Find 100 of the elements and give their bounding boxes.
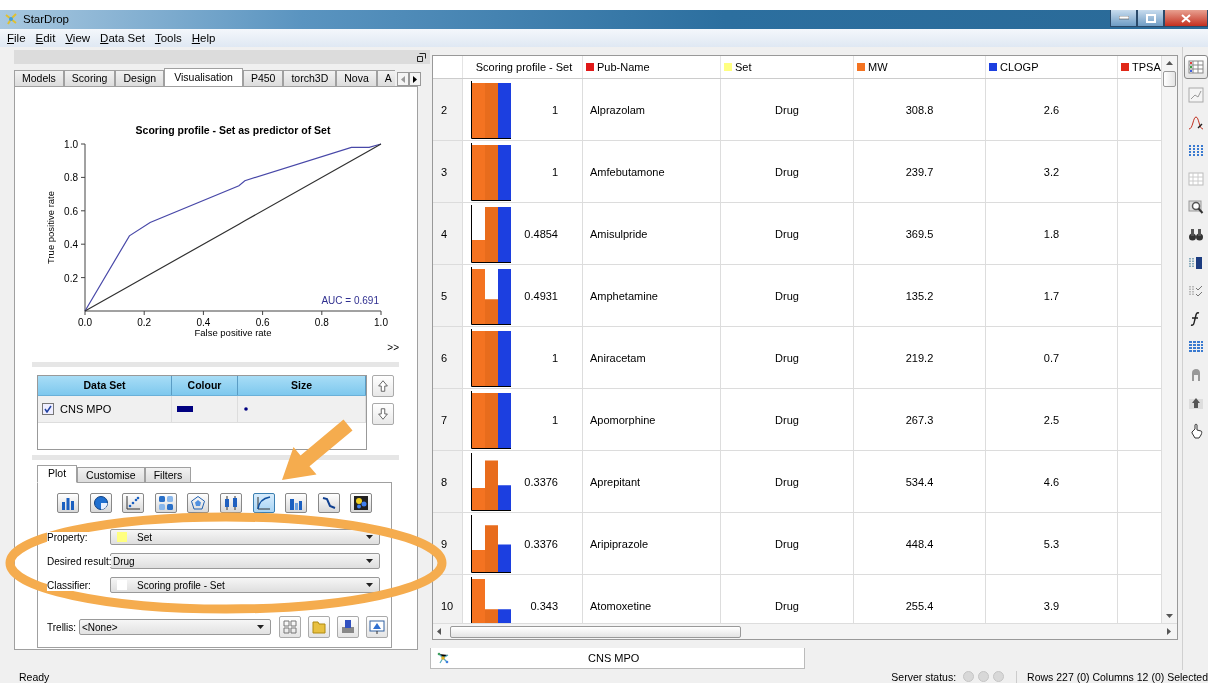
table-cell: 0.3376 [524,537,558,550]
table-cell: 3.2 [986,141,1118,202]
axis-line [471,328,512,387]
tick-label: 0.8 [314,317,329,328]
axis-line [471,514,512,573]
plot-type-button[interactable] [122,493,145,513]
axis-line [471,204,512,263]
plot-type-button[interactable] [317,493,340,513]
table-cell: 0.4931 [524,289,558,302]
maximize-icon [1145,13,1156,23]
column-header[interactable]: CLOGP [1000,61,1039,73]
horizontal-scrollbar[interactable] [433,623,1177,639]
table-cell: Drug [721,327,854,388]
table-cell: Drug [721,513,854,574]
tick-label: 0.4 [64,239,78,251]
dropdown[interactable]: <None> [79,619,271,635]
table-cell: Drug [721,265,854,326]
tab[interactable]: Customise [77,467,145,482]
axis-line [471,452,512,511]
plot-type-button[interactable] [89,493,112,513]
move-down-button[interactable] [372,403,394,425]
dropdown[interactable]: Scoring profile - Set [110,577,380,593]
table-cell: CNS MPO [60,403,112,415]
annotation-arrow [282,419,353,480]
expand-button[interactable]: >> [387,342,399,358]
tab[interactable]: Visualisation [164,68,243,86]
plot-type-button[interactable] [252,493,275,513]
tab[interactable]: Filters [144,467,192,482]
tab[interactable]: Models [14,70,64,86]
box-plot-icon [222,495,239,511]
table-cell: 0.3376 [524,475,558,488]
tick-label: 0.2 [137,317,152,328]
document-tab[interactable]: CNS MPO [430,648,805,669]
column-header[interactable]: MW [868,61,888,73]
radar-chart-icon [190,495,207,511]
dropdown[interactable]: Set [110,529,380,545]
row-header: 4 [433,203,463,264]
disk-icon [340,619,356,635]
tab[interactable]: P450 [242,70,284,86]
tab[interactable]: Design [115,70,165,86]
toolbar-button[interactable] [337,616,359,638]
minimize-button[interactable] [1110,10,1137,27]
column-header[interactable]: Pub-Name [597,61,650,73]
table-cell: 135.2 [854,265,986,326]
axis-line [471,80,512,139]
table-cell: 369.5 [854,203,986,264]
column-header[interactable]: Scoring profile - Set [475,61,573,73]
field-label: Trellis: [47,621,78,633]
tab[interactable]: Scoring [63,70,116,86]
axis-line [471,142,512,201]
axis-label: False positive rate [194,327,272,338]
scroll-right-button[interactable] [409,72,421,86]
row-header: 6 [433,327,463,388]
table-cell: Drug [721,203,854,264]
presentation-icon [369,619,385,635]
menu-item[interactable]: Help [186,32,221,44]
tab[interactable]: Nova [336,70,377,86]
vertical-scrollbar[interactable] [1161,56,1177,623]
menu-item[interactable]: View [60,32,96,44]
plot-type-button[interactable] [57,493,79,513]
toolbar-button[interactable] [366,616,388,638]
plot-type-button[interactable] [350,493,373,513]
table-cell: Drug [721,141,854,202]
right-arrow-icon [413,75,417,83]
table-cell: 1.8 [986,203,1118,264]
dot-icon [244,407,248,411]
tab[interactable]: torch3D [283,70,337,86]
chart-icon [1188,87,1204,103]
column-header[interactable]: Set [735,61,752,73]
menu-item[interactable]: Edit [30,32,61,44]
scroll-thumb[interactable] [450,625,741,638]
network-icon [436,651,450,665]
table-cell: Drug [721,451,854,512]
column-header: Size [238,376,366,395]
checkbox[interactable] [42,403,54,415]
dropdown[interactable]: Drug [110,553,380,569]
column-header[interactable]: TPSA [1132,61,1161,73]
line-chart-icon [320,495,337,511]
column-header: Colour [172,376,238,395]
table-cell: 219.2 [854,327,986,388]
tab[interactable]: Plot [37,465,78,483]
columns-icon [1188,143,1204,159]
column-select-icon [1188,255,1204,271]
table-cell: 239.7 [854,141,986,202]
scroll-thumb[interactable] [1163,71,1176,87]
menu-item[interactable]: Data Set [95,32,150,44]
menu-item[interactable]: File [2,32,31,44]
table-cell: 1 [551,103,558,116]
menu-item[interactable]: Tools [149,32,187,44]
plot-type-button[interactable] [219,493,242,513]
plot-type-button[interactable] [285,493,308,513]
tick-label: 0.0 [78,317,92,328]
axis-line [471,266,512,325]
table-cell: Aprepitant [583,451,721,512]
maximize-button[interactable] [1137,10,1164,27]
status-light-icon [978,671,990,682]
table-cell: Amphetamine [583,265,721,326]
close-button[interactable] [1164,10,1208,27]
row-header: 8 [433,451,463,512]
move-up-button[interactable] [372,375,394,397]
